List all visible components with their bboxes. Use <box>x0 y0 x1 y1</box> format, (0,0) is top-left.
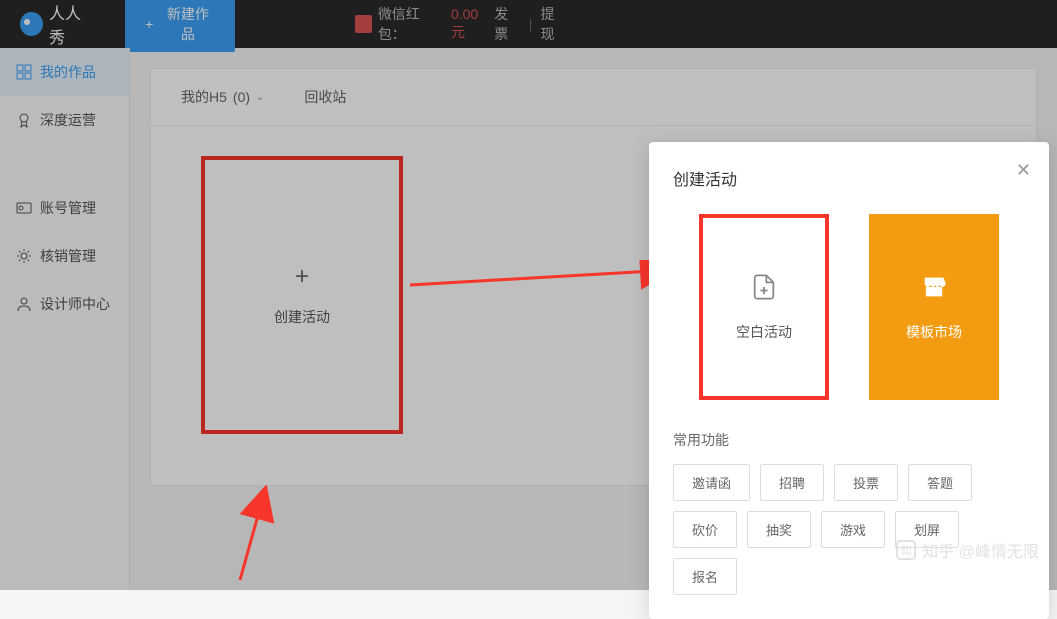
divider: | <box>529 16 533 32</box>
sidebar: 我的作品 深度运营 账号管理 核销管理 设计师中心 <box>0 48 130 590</box>
plus-icon: + <box>295 263 309 291</box>
tag-recruit[interactable]: 招聘 <box>760 464 824 501</box>
tag-lottery[interactable]: 抽奖 <box>747 511 811 548</box>
invoice-link[interactable]: 发票 <box>494 4 521 44</box>
sidebar-item-label: 核销管理 <box>40 246 96 266</box>
logo-text: 人人秀 <box>49 0 95 48</box>
tab-label: 回收站 <box>304 87 346 107</box>
store-icon <box>920 273 948 308</box>
sidebar-item-operations[interactable]: 深度运营 <box>0 96 129 144</box>
top-links: 发票 | 提现 <box>494 4 567 44</box>
top-bar: 人人秀 + 新建作品 微信红包： 0.00 元 发票 | 提现 <box>0 0 1057 48</box>
red-envelope-amount: 0.00 元 <box>451 6 494 42</box>
tag-grid: 邀请函 招聘 投票 答题 砍价 抽奖 游戏 划屏 报名 <box>673 464 1025 595</box>
tag-quiz[interactable]: 答题 <box>908 464 972 501</box>
close-icon[interactable]: ✕ <box>1016 160 1031 181</box>
watermark-text: 知乎 @峰情无限 <box>922 538 1039 562</box>
card-icon <box>16 200 32 216</box>
sidebar-item-label: 账号管理 <box>40 198 96 218</box>
tag-vote[interactable]: 投票 <box>834 464 898 501</box>
tab-recycle[interactable]: 回收站 <box>304 87 346 107</box>
plus-icon: + <box>145 16 153 32</box>
new-work-button[interactable]: + 新建作品 <box>125 0 234 52</box>
badge-icon <box>16 112 32 128</box>
red-envelope-icon <box>355 15 372 33</box>
annotation-arrow <box>180 485 280 585</box>
option-label: 模板市场 <box>906 322 962 342</box>
zhihu-icon: 知 <box>896 540 916 560</box>
tag-signup[interactable]: 报名 <box>673 558 737 595</box>
logo-icon <box>20 12 43 36</box>
blank-activity-option[interactable]: 空白活动 <box>699 214 829 400</box>
tag-invitation[interactable]: 邀请函 <box>673 464 750 501</box>
sidebar-item-label: 我的作品 <box>40 62 96 82</box>
modal-options: 空白活动 模板市场 <box>673 214 1025 400</box>
withdraw-link[interactable]: 提现 <box>540 4 567 44</box>
person-icon <box>16 296 32 312</box>
sidebar-item-designer[interactable]: 设计师中心 <box>0 280 129 328</box>
template-market-option[interactable]: 模板市场 <box>869 214 999 400</box>
gear-icon <box>16 248 32 264</box>
watermark: 知 知乎 @峰情无限 <box>896 538 1039 562</box>
logo[interactable]: 人人秀 <box>20 0 95 48</box>
red-envelope-info[interactable]: 微信红包： 0.00 元 <box>355 4 495 44</box>
tab-label: 我的H5 <box>181 87 227 107</box>
create-activity-card[interactable]: + 创建活动 <box>201 156 403 434</box>
option-label: 空白活动 <box>736 322 792 342</box>
section-title: 常用功能 <box>673 430 1025 450</box>
sidebar-item-account[interactable]: 账号管理 <box>0 184 129 232</box>
grid-icon <box>16 64 32 80</box>
tabs: 我的H5 (0) ⌄ 回收站 <box>151 69 1036 126</box>
sidebar-item-verification[interactable]: 核销管理 <box>0 232 129 280</box>
tag-game[interactable]: 游戏 <box>821 511 885 548</box>
new-work-label: 新建作品 <box>161 4 214 44</box>
tab-count: (0) <box>233 89 250 105</box>
chevron-down-icon: ⌄ <box>256 92 264 103</box>
annotation-arrow <box>410 260 690 300</box>
red-envelope-label: 微信红包： <box>378 4 445 44</box>
file-plus-icon <box>750 273 778 308</box>
modal-title: 创建活动 <box>673 166 1025 190</box>
create-label: 创建活动 <box>274 307 330 327</box>
tag-bargain[interactable]: 砍价 <box>673 511 737 548</box>
sidebar-item-label: 深度运营 <box>40 110 96 130</box>
tab-my-h5[interactable]: 我的H5 (0) ⌄ <box>181 87 264 107</box>
sidebar-item-my-works[interactable]: 我的作品 <box>0 48 129 96</box>
sidebar-item-label: 设计师中心 <box>40 294 110 314</box>
